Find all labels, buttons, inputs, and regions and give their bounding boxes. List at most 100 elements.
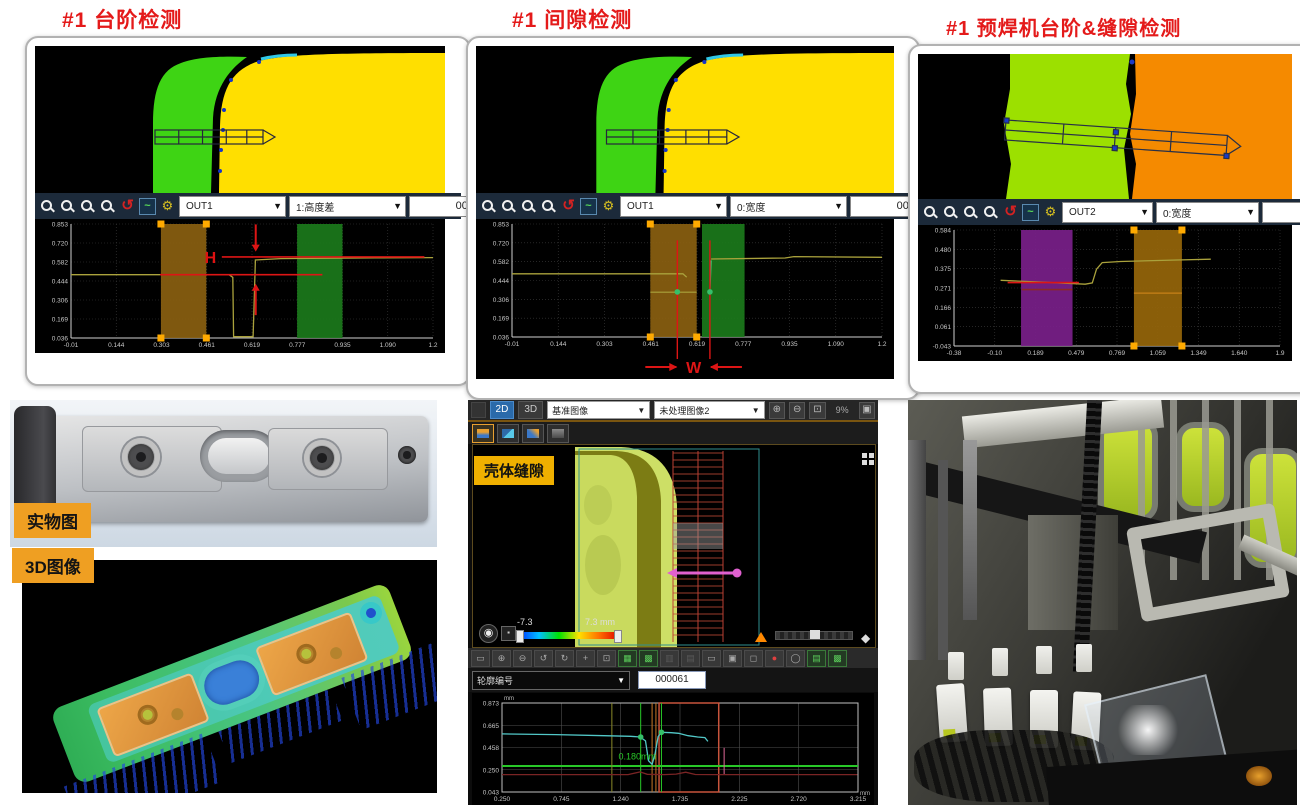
profile-view-icon[interactable] [497,424,519,443]
settings-icon[interactable]: ⚙ [159,198,176,215]
svg-text:0.303: 0.303 [596,341,613,348]
hide-layer-b-icon[interactable]: ▤ [681,650,700,667]
scrollbar-handle[interactable] [810,630,820,639]
roi-free-icon[interactable]: ◻ [744,650,763,667]
delete-roi-icon[interactable]: ◯ [786,650,805,667]
out-select-value: OUT1 [186,201,213,212]
profile-graph-icon[interactable]: ~ [580,198,597,215]
zoom-in-icon[interactable]: ⊕ [769,402,785,419]
profile-number-input[interactable]: 000061 [638,671,706,689]
layout-icon[interactable] [471,402,486,418]
svg-text:0.306: 0.306 [493,297,510,304]
zoom-out-icon[interactable] [982,204,999,221]
measure-select[interactable]: 1:高度差 ▼ [289,196,406,217]
measure-select-value: 1:高度差 [296,199,334,214]
capture-icon[interactable]: ▣ [859,402,875,419]
measure-select[interactable]: 0:宽度 ▼ [1156,202,1259,223]
zoom-in-icon[interactable] [520,198,537,215]
undo-icon[interactable]: ↺ [119,198,136,215]
height-view-icon[interactable] [522,424,544,443]
colorbar-min-handle[interactable] [516,630,524,643]
svg-text:mm: mm [860,791,870,797]
horizontal-scrollbar[interactable] [775,631,853,640]
rotate-right-icon[interactable]: ↻ [555,650,574,667]
tool-head [1028,515,1118,630]
out-select[interactable]: OUT2 ▼ [1062,202,1153,223]
export-icon[interactable]: ▤ [807,650,826,667]
out-select[interactable]: OUT1 ▼ [620,196,727,217]
roi-multi-icon[interactable]: ▣ [723,650,742,667]
analyzer-bottom-toolbar: ▭⊕⊖↺↻+⊡▦▩▥▤▭▣◻●◯▤▩ [468,648,878,668]
select-region-icon[interactable]: ▭ [471,650,490,667]
zoom-out-icon[interactable]: ⊖ [789,402,805,419]
height-colorbar[interactable] [519,632,619,639]
zoom-out-icon[interactable] [540,198,557,215]
colorbar-max-handle[interactable] [614,630,622,643]
svg-text:0.144: 0.144 [550,341,567,348]
prewelder-profile-chart: 0.5840.4800.3750.2710.1660.061-0.043-0.3… [918,225,1292,361]
rotate-left-icon[interactable]: ↺ [534,650,553,667]
base-image-select[interactable]: 基准图像 ▼ [547,401,650,419]
roi-rect-icon[interactable]: ▭ [702,650,721,667]
value-box[interactable]: 000 [1262,202,1300,223]
scale-settings-icon[interactable]: ▪ [501,626,516,641]
measure-select[interactable]: 0:宽度 ▼ [730,196,847,217]
fit-view-icon[interactable]: ⊡ [597,650,616,667]
settings-icon[interactable]: ⚙ [1042,204,1059,221]
threed-image [22,560,437,793]
undo-icon[interactable]: ↺ [1002,204,1019,221]
svg-text:0.935: 0.935 [781,341,798,348]
svg-text:0.189: 0.189 [1027,350,1044,357]
tool-view-icon[interactable] [547,424,569,443]
zoom-out-icon[interactable]: ⊖ [513,650,532,667]
svg-text:0.479: 0.479 [1068,350,1085,357]
record-icon[interactable]: ● [765,650,784,667]
indicator-glow [1246,766,1272,786]
reflection-glare [1113,705,1183,755]
zoom-full-icon[interactable] [480,198,497,215]
svg-text:0.480: 0.480 [935,247,952,254]
svg-text:0.444: 0.444 [52,279,69,286]
screenshot-root: #1 台阶检测 #1 间隙检测 #1 预焊机台阶&缝隙检测 ↺~⚙ OUT1 ▼… [0,0,1300,805]
zoom-full-icon[interactable] [39,198,56,215]
fit-screen-icon[interactable]: ⊡ [809,402,825,419]
profile-number-label: 轮廓编号 [477,674,513,687]
zoom-in-icon[interactable] [79,198,96,215]
grid-view-icon[interactable]: ▦ [618,650,637,667]
profile-number-select[interactable]: 轮廓编号 ▼ [472,671,630,690]
svg-text:mm: mm [504,696,514,702]
pan-icon[interactable]: + [576,650,595,667]
panel-title-prewelder: #1 预焊机台阶&缝隙检测 [946,12,1181,41]
tab-2d[interactable]: 2D [490,401,515,419]
processed-image-select[interactable]: 未处理图像2 ▼ [654,401,764,419]
zoom-region-icon[interactable] [59,198,76,215]
out-select[interactable]: OUT1 ▼ [179,196,286,217]
zoom-out-icon[interactable] [99,198,116,215]
gripper-pin [1036,646,1052,674]
zoom-full-icon[interactable] [922,204,939,221]
expand-icon[interactable] [862,453,867,458]
right-terminal-ring [304,440,340,476]
hide-layer-a-icon[interactable]: ▥ [660,650,679,667]
zoom-in-icon[interactable] [962,204,979,221]
profile-graph-icon[interactable]: ~ [139,198,156,215]
gripper-pin [992,648,1008,676]
undo-icon[interactable]: ↺ [560,198,577,215]
zoom-region-icon[interactable] [500,198,517,215]
gripper-pin [1076,644,1092,672]
prewelder-height-image [918,54,1292,199]
zoom-in-icon[interactable]: ⊕ [492,650,511,667]
settings-icon[interactable]: ⚙ [600,198,617,215]
shell-gap-analyzer: 2D 3D 基准图像 ▼ 未处理图像2 ▼ ⊕ ⊖ ⊡ 9% ▣ 壳体缝隙 -7… [468,400,878,805]
display-mode-icon[interactable]: ◉ [479,624,498,643]
zoom-region-icon[interactable] [942,204,959,221]
svg-text:0.935: 0.935 [334,342,351,349]
svg-text:0.584: 0.584 [935,228,952,235]
tab-3d[interactable]: 3D [518,401,543,419]
svg-text:1.090: 1.090 [380,342,397,349]
chevron-down-icon: ▼ [637,406,645,415]
overlay-view-icon[interactable]: ▩ [639,650,658,667]
report-icon[interactable]: ▩ [828,650,847,667]
profile-graph-icon[interactable]: ~ [1022,204,1039,221]
colormap-view-icon[interactable] [472,424,494,443]
